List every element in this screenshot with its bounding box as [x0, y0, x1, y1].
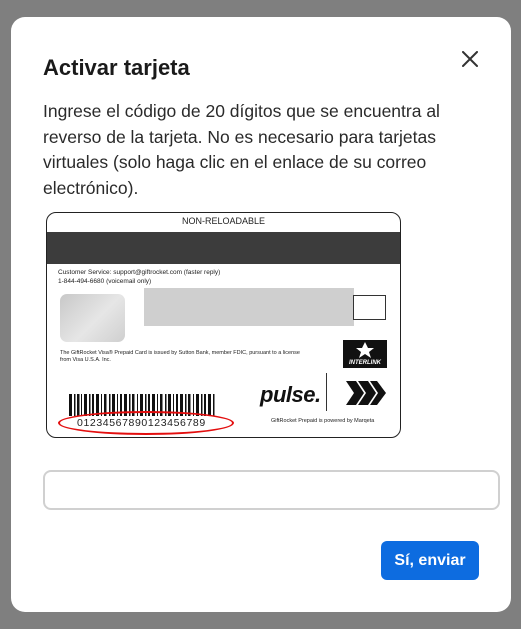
logo-divider	[326, 373, 327, 411]
chevron-logo-icon	[346, 381, 386, 405]
interlink-logo: INTERLINK	[343, 340, 387, 368]
card-number: 01234567890123456789	[77, 417, 206, 429]
submit-button[interactable]: Sí, enviar	[381, 541, 479, 580]
powered-by-text: GiftRocket Prepaid is powered by Marqeta	[271, 418, 375, 424]
card-header-text: NON-RELOADABLE	[181, 216, 266, 226]
issuer-text: The GiftRocket Visa® Prepaid Card is iss…	[60, 350, 300, 363]
customer-service-phone: 1-844-494-6680 (voicemail only)	[58, 278, 152, 285]
cvv-box	[353, 295, 386, 320]
card-back-image: NON-RELOADABLE Customer Service: support…	[46, 212, 401, 438]
close-icon	[462, 51, 478, 67]
modal-title: Activar tarjeta	[43, 55, 190, 80]
customer-service-text: Customer Service: support@giftrocket.com…	[58, 268, 220, 286]
activation-code-input[interactable]	[43, 470, 500, 510]
close-button[interactable]	[457, 46, 483, 72]
magnetic-stripe	[47, 232, 400, 264]
activate-card-modal: Activar tarjeta Ingrese el código de 20 …	[11, 17, 511, 612]
interlink-star-icon	[356, 342, 374, 358]
pulse-logo: pulse.	[260, 382, 321, 407]
signature-panel	[144, 288, 354, 326]
card-chip	[60, 294, 125, 342]
customer-service-email: Customer Service: support@giftrocket.com…	[58, 269, 221, 276]
interlink-label: INTERLINK	[349, 360, 381, 366]
modal-description: Ingrese el código de 20 dígitos que se e…	[43, 101, 440, 198]
